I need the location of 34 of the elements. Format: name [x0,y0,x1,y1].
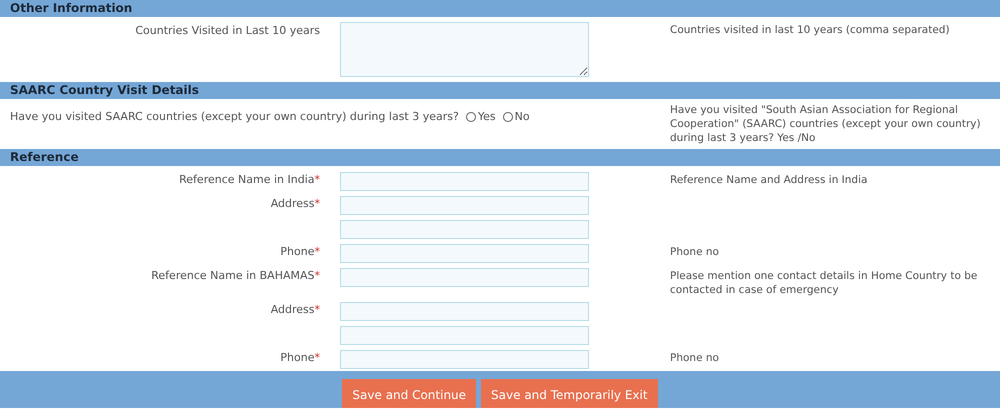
field-label: Address [270,302,314,318]
input-field[interactable] [340,326,589,344]
input-field[interactable] [340,302,589,320]
input-field[interactable] [340,220,589,238]
help-text: Reference Name and Address in India [670,172,868,186]
input-field[interactable] [340,172,589,190]
required-mark: * [314,350,320,366]
field-label: Address [270,196,314,212]
field-label: Phone [280,244,314,260]
section-header: Other Information [0,0,1000,17]
required-mark: * [314,268,320,284]
radio-option[interactable]: No [502,109,530,126]
section-header: Reference [0,149,1000,166]
question-text: Have you visited SAARC countries (except your own country) during last 3 years? [10,109,459,126]
field-label: Phone [280,350,314,366]
required-mark: * [314,196,320,212]
help-text: Have you visited "South Asian Association for Regional Cooperation" (SAARC) countries (except your own country) during last 3 years? Yes /No [670,103,982,145]
help-text: Please mention one contact details in Home Country to be contacted in case of emergency [670,268,978,296]
input-field[interactable] [340,196,589,214]
input-field[interactable] [340,350,589,368]
help-text: Countries visited in last 10 years (comma separated) [670,23,951,37]
radio-option[interactable]: Yes [466,109,496,126]
field-label: Reference Name in India [179,172,314,188]
required-mark: * [314,244,320,260]
field-label: Countries Visited in Last 10 years [135,23,320,39]
required-mark: * [314,172,320,188]
help-text: Phone no [670,244,720,258]
required-mark: * [314,302,320,318]
field-label: Reference Name in BAHAMAS [151,268,314,284]
section-header: SAARC Country Visit Details [0,82,1000,99]
input-field[interactable] [340,244,589,262]
text-area[interactable] [340,22,589,77]
input-field[interactable] [340,268,589,286]
help-text: Phone no [670,350,720,364]
